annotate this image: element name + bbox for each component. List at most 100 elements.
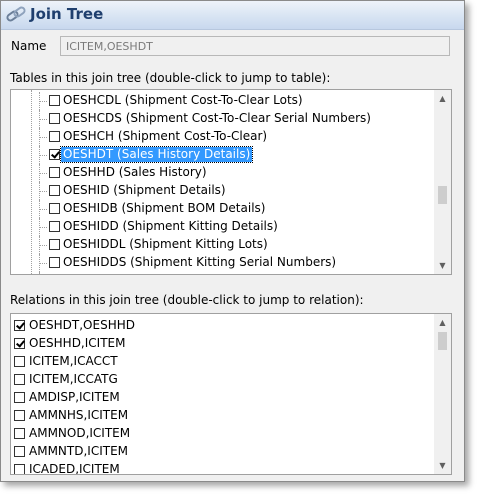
relation-list-item[interactable]: AMMNOD,ICITEM [11,425,434,443]
relation-list-item[interactable]: ICITEM,ICACCT [11,353,434,371]
title-bar: Join Tree [1,1,464,30]
tables-section-label: Tables in this join tree (double-click t… [10,71,331,85]
item-checkbox[interactable] [14,410,25,421]
tables-scroll-thumb[interactable] [438,186,447,204]
item-label: OESHID (Shipment Details) [63,183,226,197]
tree-guide-line [39,272,40,274]
item-checkbox[interactable] [49,221,60,232]
item-label: OESHIDB (Shipment BOM Details) [63,201,266,215]
tree-branch-line [39,191,47,192]
tree-guide-line [39,182,40,200]
item-checkbox[interactable] [49,185,60,196]
item-checkbox[interactable] [49,239,60,250]
item-checkbox[interactable] [14,356,25,367]
tree-guide-line [39,254,40,272]
item-checkbox[interactable] [49,167,60,178]
tree-branch-line [39,209,47,210]
tables-listbox[interactable]: OESHCDL (Shipment Cost-To-Clear Lots) OES… [10,89,452,275]
relation-list-item[interactable]: OESHHD,ICITEM [11,335,434,353]
relation-list-item[interactable]: OESHDT,OESHHD [11,317,434,335]
item-checkbox[interactable] [14,338,25,349]
window-title: Join Tree [30,5,104,23]
item-checkbox[interactable] [14,320,25,331]
item-label: AMMNOD,ICITEM [29,426,131,440]
item-label: OESHDT (Sales History Details) [59,146,254,163]
item-checkbox[interactable] [49,149,60,160]
tree-branch-line [39,155,47,156]
relation-list-item[interactable]: ICITEM,ICCATG [11,371,434,389]
join-tree-panel: Join Tree Name Tables in this join tree … [0,0,465,482]
link-chain-icon [5,5,27,25]
item-label: OESHCDS (Shipment Cost-To-Clear Serial N… [63,111,371,125]
item-checkbox[interactable] [49,257,60,268]
item-label: OESHCH (Shipment Cost-To-Clear) [63,129,268,143]
item-label: ICITEM,ICACCT [29,354,118,368]
tree-guide-line [39,92,40,110]
tables-scrollbar[interactable]: ▲ ▼ [434,90,451,274]
item-checkbox[interactable] [14,446,25,457]
relation-list-item[interactable]: AMMNHS,ICITEM [11,407,434,425]
relations-scroll-thumb[interactable] [438,332,447,350]
tree-guide-line [39,164,40,182]
relations-listbox[interactable]: OESHDT,OESHHD OESHHD,ICITEM ICITEM,ICACCT I… [10,313,452,475]
table-tree-item[interactable]: OESHIDD (Shipment Kitting Details) [11,218,434,236]
relations-list: OESHDT,OESHHD OESHHD,ICITEM ICITEM,ICACCT I… [11,314,434,474]
tree-guide-line [39,236,40,254]
table-tree-item[interactable]: OESHCH (Shipment Cost-To-Clear) [11,128,434,146]
tree-guide-line [39,218,40,236]
table-tree-item[interactable]: OESHCDS (Shipment Cost-To-Clear Serial N… [11,110,434,128]
relation-list-item[interactable]: AMMNTD,ICITEM [11,443,434,461]
chevron-up-icon[interactable]: ▲ [434,314,451,331]
table-tree-item[interactable]: OESHHD (Sales History) [11,164,434,182]
item-checkbox[interactable] [49,203,60,214]
tree-branch-line [39,119,47,120]
tables-tree: OESHCDL (Shipment Cost-To-Clear Lots) OES… [11,90,434,274]
relation-list-item[interactable]: ICADED,ICITEM [11,461,434,474]
name-field[interactable] [60,36,450,56]
tree-guide-line [39,128,40,146]
item-label: OESHIDL (Shipment Detail Lots) [61,273,257,274]
tree-guide-line [39,110,40,128]
item-checkbox[interactable] [49,95,60,106]
relation-list-item[interactable]: AMDISP,ICITEM [11,389,434,407]
table-tree-item[interactable]: OESHID (Shipment Details) [11,182,434,200]
table-tree-item[interactable]: OESHCDL (Shipment Cost-To-Clear Lots) [11,92,434,110]
chevron-up-icon[interactable]: ▲ [434,90,451,107]
item-label: OESHIDD (Shipment Kitting Details) [63,219,278,233]
item-checkbox[interactable] [14,392,25,403]
item-label: AMMNTD,ICITEM [29,444,128,458]
chevron-down-icon[interactable]: ▼ [434,457,451,474]
item-label: AMDISP,ICITEM [29,390,120,404]
tree-guide-line [39,200,40,218]
tree-branch-line [39,245,47,246]
tree-guide-line [39,146,40,164]
item-label: ICADED,ICITEM [29,462,120,474]
tree-branch-line [39,227,47,228]
item-label: AMMNHS,ICITEM [29,408,129,422]
item-label: OESHCDL (Shipment Cost-To-Clear Lots) [63,93,303,107]
item-checkbox[interactable] [14,428,25,439]
item-label: OESHIDDL (Shipment Kitting Lots) [63,237,268,251]
chevron-down-icon[interactable]: ▼ [434,257,451,274]
item-label: ICITEM,ICCATG [29,372,118,386]
name-label: Name [11,39,47,53]
item-checkbox[interactable] [14,374,25,385]
table-tree-item[interactable]: OESHIDB (Shipment BOM Details) [11,200,434,218]
relations-scrollbar[interactable]: ▲ ▼ [434,314,451,474]
item-checkbox[interactable] [14,464,25,474]
table-tree-item[interactable]: OESHIDDS (Shipment Kitting Serial Number… [11,254,434,272]
table-tree-item[interactable]: OESHIDDL (Shipment Kitting Lots) [11,236,434,254]
tree-branch-line [39,173,47,174]
relations-section-label: Relations in this join tree (double-clic… [10,293,364,307]
tree-branch-line [39,137,47,138]
item-checkbox[interactable] [49,113,60,124]
tree-branch-line [39,263,47,264]
item-label: OESHHD,ICITEM [29,336,126,350]
tree-branch-line [39,101,47,102]
item-label: OESHDT,OESHHD [29,318,135,332]
item-label: OESHHD (Sales History) [63,165,207,179]
table-tree-item[interactable]: OESHDT (Sales History Details) [11,146,434,164]
item-label: OESHIDDS (Shipment Kitting Serial Number… [63,255,337,269]
table-tree-item[interactable]: OESHIDL (Shipment Detail Lots) [11,272,434,274]
item-checkbox[interactable] [49,131,60,142]
